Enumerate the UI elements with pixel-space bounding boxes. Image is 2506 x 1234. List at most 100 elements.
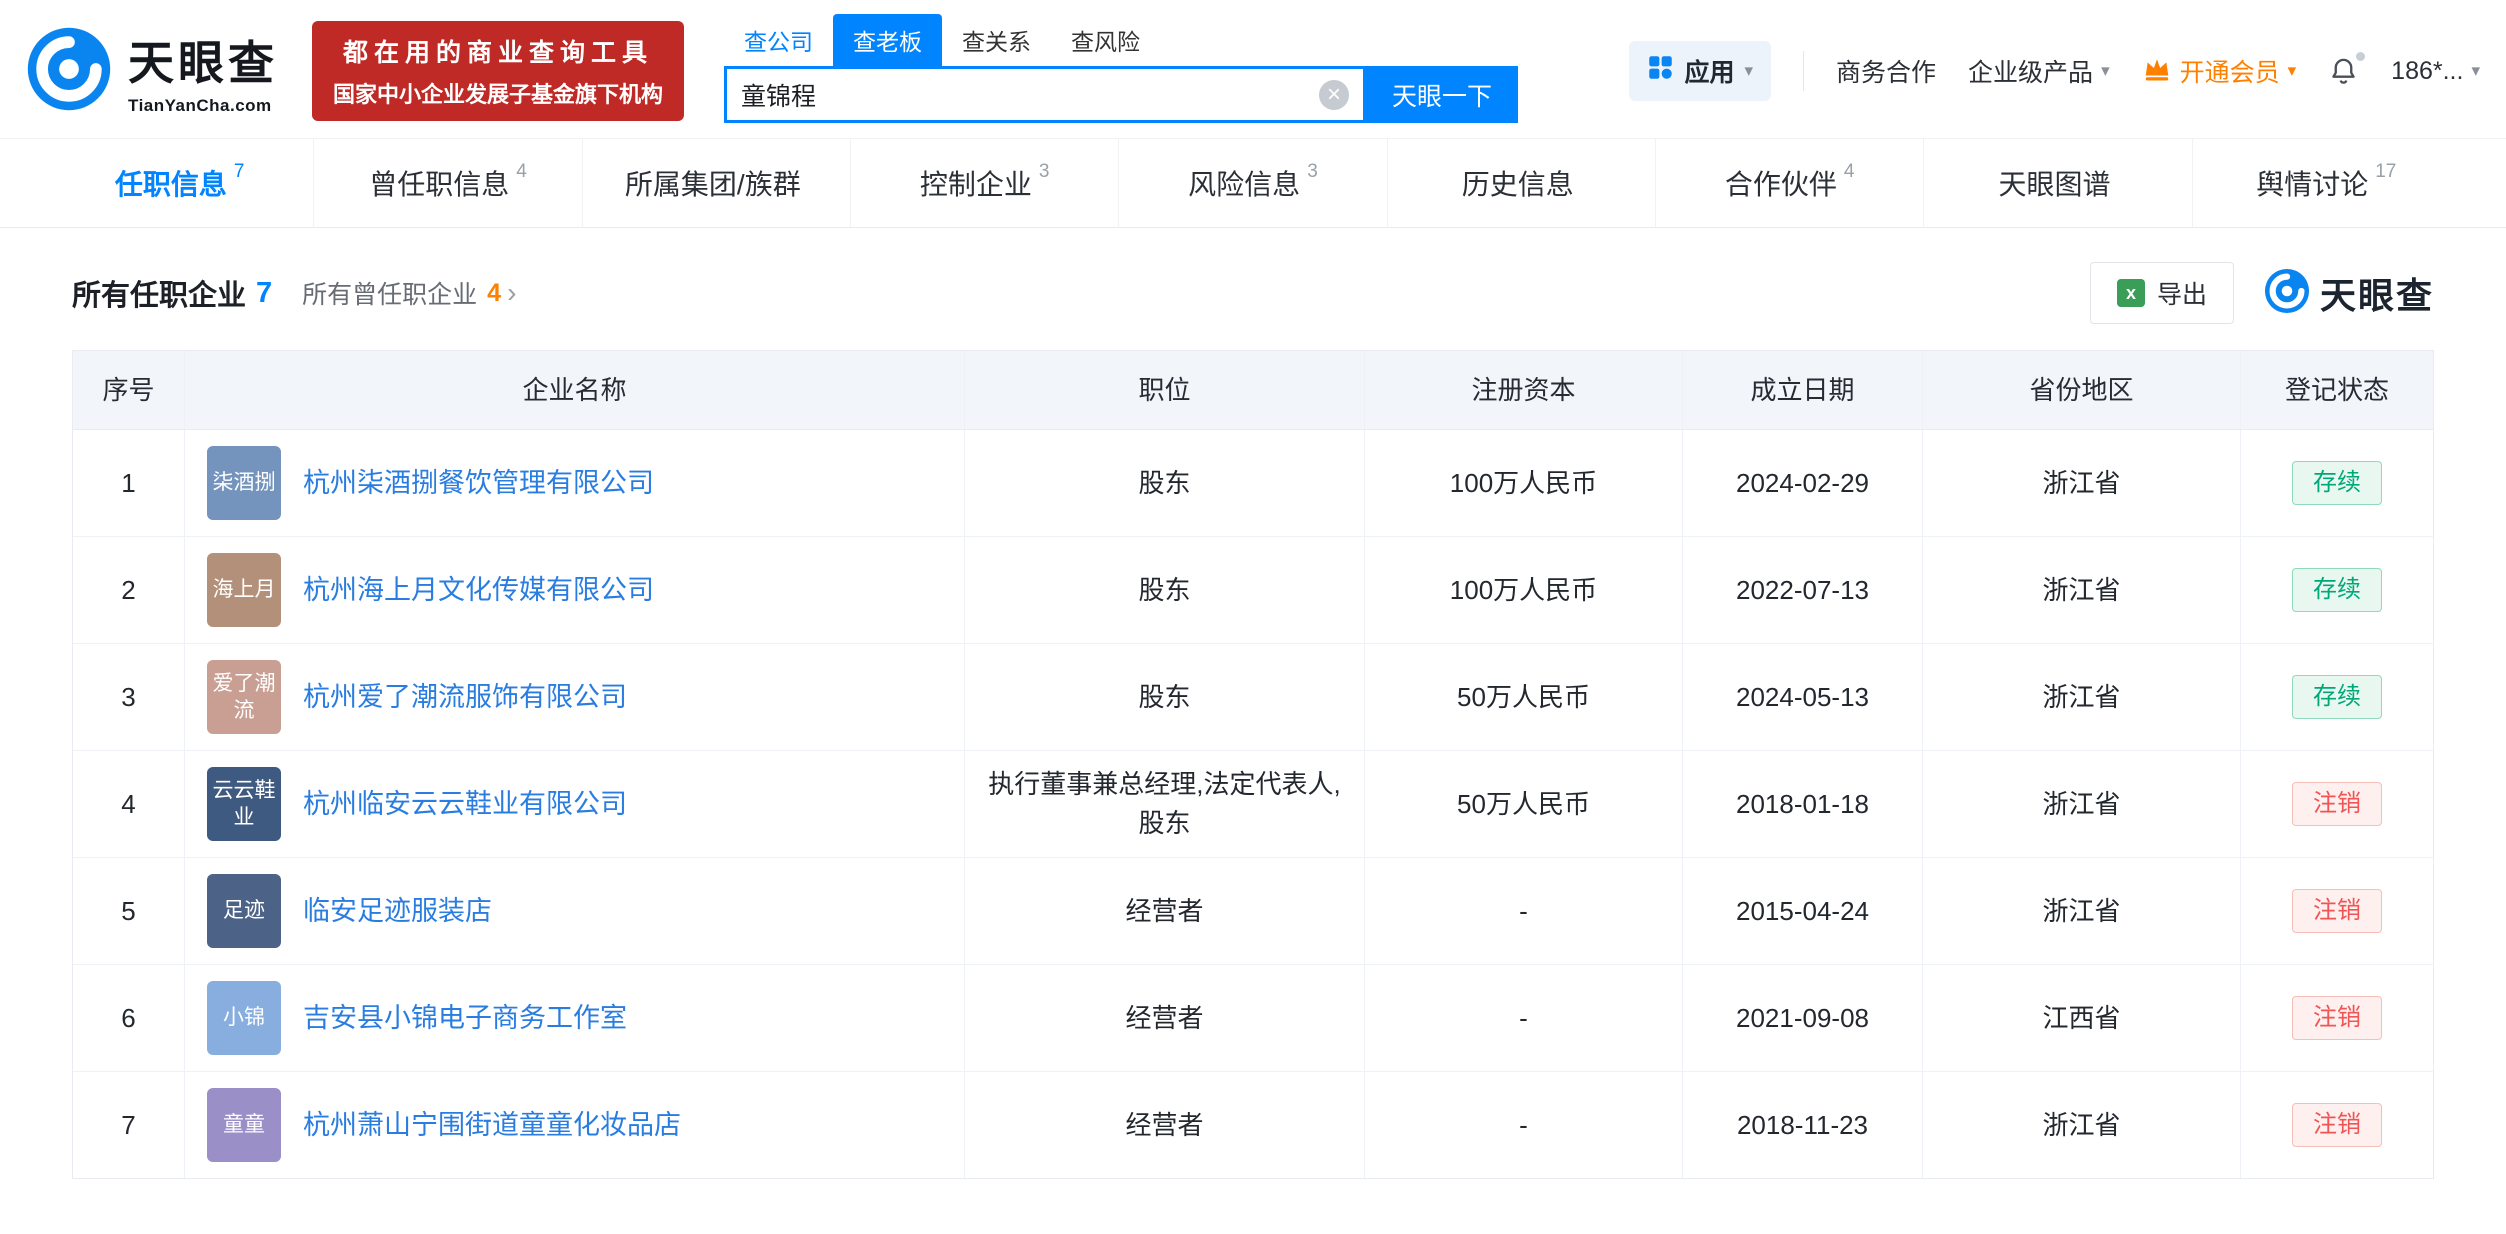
search-tabs: 查公司 查老板 查关系 查风险 — [724, 14, 1518, 66]
apps-button[interactable]: 应用 ▾ — [1629, 41, 1771, 101]
region-cell: 浙江省 — [1923, 858, 2241, 964]
search-area: 查公司 查老板 查关系 查风险 × 天眼一下 — [724, 14, 1518, 123]
col-header-no: 序号 — [73, 351, 185, 429]
tab-controlled-companies[interactable]: 控制企业3 — [851, 139, 1119, 227]
chevron-down-icon: ▾ — [1744, 61, 1753, 81]
tab-graph[interactable]: 天眼图谱 — [1924, 139, 2192, 227]
company-logo: 海上月 — [207, 553, 281, 627]
chevron-right-icon: › — [507, 277, 516, 309]
position-cell: 股东 — [965, 430, 1365, 536]
positions-table: 序号 企业名称 职位 注册资本 成立日期 省份地区 登记状态 1 柒酒捌 杭州柒… — [72, 350, 2434, 1179]
position-cell: 股东 — [965, 644, 1365, 750]
tianyancha-watermark-text: 天眼查 — [2320, 267, 2434, 319]
notification-bell-icon[interactable] — [2328, 56, 2359, 87]
header-menu: 应用 ▾ 商务合作 企业级产品 ▾ 开通会员 ▾ 186*... ▾ — [1629, 41, 2480, 101]
tab-public-opinion[interactable]: 舆情讨论17 — [2193, 139, 2460, 227]
table-row: 2 海上月 杭州海上月文化传媒有限公司 股东 100万人民币 2022-07-1… — [73, 537, 2433, 644]
capital-cell: - — [1365, 858, 1683, 964]
company-logo: 足迹 — [207, 874, 281, 948]
site-header: 天眼查 TianYanCha.com 都在用的商业查询工具 国家中小企业发展子基… — [0, 0, 2506, 138]
region-cell: 浙江省 — [1923, 1072, 2241, 1178]
promo-banner: 都在用的商业查询工具 国家中小企业发展子基金旗下机构 — [312, 21, 684, 121]
tab-history-info[interactable]: 历史信息 — [1388, 139, 1656, 227]
date-cell: 2021-09-08 — [1683, 965, 1923, 1071]
capital-cell: 100万人民币 — [1365, 537, 1683, 643]
status-badge: 注销 — [2292, 996, 2382, 1040]
company-link[interactable]: 临安足迹服装店 — [303, 891, 492, 932]
tab-former-positions[interactable]: 曾任职信息4 — [314, 139, 582, 227]
table-row: 5 足迹 临安足迹服装店 经营者 - 2015-04-24 浙江省 注销 — [73, 858, 2433, 965]
tab-partners[interactable]: 合作伙伴4 — [1656, 139, 1924, 227]
capital-cell: 50万人民币 — [1365, 644, 1683, 750]
enterprise-label: 企业级产品 — [1968, 53, 2093, 89]
company-link[interactable]: 吉安县小锦电子商务工作室 — [303, 998, 627, 1039]
col-header-date: 成立日期 — [1683, 351, 1923, 429]
capital-cell: - — [1365, 965, 1683, 1071]
section-title-count: 7 — [256, 277, 272, 310]
company-logo: 云云鞋业 — [207, 767, 281, 841]
company-link[interactable]: 杭州萧山宁围街道童童化妆品店 — [303, 1105, 681, 1146]
date-cell: 2015-04-24 — [1683, 858, 1923, 964]
company-link[interactable]: 杭州柒酒捌餐饮管理有限公司 — [303, 463, 654, 504]
company-logo: 柒酒捌 — [207, 446, 281, 520]
position-cell: 股东 — [965, 537, 1365, 643]
region-cell: 浙江省 — [1923, 751, 2241, 857]
menu-enterprise-products[interactable]: 企业级产品 ▾ — [1968, 53, 2110, 89]
status-badge: 注销 — [2292, 889, 2382, 933]
chevron-down-icon: ▾ — [2471, 61, 2480, 81]
region-cell: 浙江省 — [1923, 430, 2241, 536]
logo-title: 天眼查 — [128, 27, 278, 93]
date-cell: 2018-01-18 — [1683, 751, 1923, 857]
notification-dot — [2356, 52, 2365, 61]
chevron-down-icon: ▾ — [2288, 61, 2297, 81]
former-companies-label: 所有曾任职企业 — [302, 275, 477, 311]
search-tab-risk[interactable]: 查风险 — [1051, 14, 1160, 66]
search-input-field[interactable] — [741, 80, 1319, 109]
company-link[interactable]: 杭州爱了潮流服饰有限公司 — [303, 677, 627, 718]
search-tab-boss[interactable]: 查老板 — [833, 14, 942, 66]
col-header-company: 企业名称 — [185, 351, 965, 429]
account-label: 186*... — [2391, 57, 2463, 86]
company-link[interactable]: 杭州临安云云鞋业有限公司 — [303, 784, 627, 825]
promo-banner-line2: 国家中小企业发展子基金旗下机构 — [328, 77, 668, 109]
tianyancha-logo[interactable]: 天眼查 TianYanCha.com — [26, 26, 278, 117]
status-badge: 注销 — [2292, 1103, 2382, 1147]
row-index: 1 — [73, 430, 185, 536]
position-cell: 经营者 — [965, 965, 1365, 1071]
table-header-row: 序号 企业名称 职位 注册资本 成立日期 省份地区 登记状态 — [73, 351, 2433, 430]
search-tab-company[interactable]: 查公司 — [724, 14, 833, 66]
position-cell: 经营者 — [965, 1072, 1365, 1178]
apps-grid-icon — [1647, 54, 1674, 88]
menu-business-cooperation[interactable]: 商务合作 — [1836, 53, 1936, 89]
tab-current-positions[interactable]: 任职信息7 — [46, 139, 314, 227]
tab-risk-info[interactable]: 风险信息3 — [1119, 139, 1387, 227]
row-index: 6 — [73, 965, 185, 1071]
search-button[interactable]: 天眼一下 — [1366, 66, 1518, 123]
header-divider — [1803, 51, 1804, 91]
clear-icon[interactable]: × — [1319, 80, 1349, 110]
capital-cell: 100万人民币 — [1365, 430, 1683, 536]
date-cell: 2024-05-13 — [1683, 644, 1923, 750]
status-badge: 存续 — [2292, 461, 2382, 505]
col-header-region: 省份地区 — [1923, 351, 2241, 429]
status-badge: 存续 — [2292, 568, 2382, 612]
former-companies-link[interactable]: 所有曾任职企业 4 › — [302, 275, 516, 311]
table-row: 4 云云鞋业 杭州临安云云鞋业有限公司 执行董事兼总经理,法定代表人,股东 50… — [73, 751, 2433, 858]
company-link[interactable]: 杭州海上月文化传媒有限公司 — [303, 570, 654, 611]
export-button[interactable]: x 导出 — [2090, 262, 2234, 324]
col-header-status: 登记状态 — [2241, 351, 2433, 429]
tab-group-cluster[interactable]: 所属集团/族群 — [583, 139, 851, 227]
vip-label: 开通会员 — [2180, 53, 2280, 89]
region-cell: 浙江省 — [1923, 537, 2241, 643]
former-companies-count: 4 — [487, 279, 501, 308]
promo-banner-line1: 都在用的商业查询工具 — [328, 33, 668, 69]
tianyancha-logo-icon — [26, 26, 112, 117]
position-cell: 经营者 — [965, 858, 1365, 964]
search-input[interactable]: × — [724, 66, 1366, 123]
date-cell: 2024-02-29 — [1683, 430, 1923, 536]
anchor-tabs: 任职信息7 曾任职信息4 所属集团/族群 控制企业3 风险信息3 历史信息 合作… — [0, 138, 2506, 228]
menu-vip[interactable]: 开通会员 ▾ — [2142, 53, 2297, 90]
search-tab-relation[interactable]: 查关系 — [942, 14, 1051, 66]
region-cell: 江西省 — [1923, 965, 2241, 1071]
account-menu[interactable]: 186*... ▾ — [2391, 57, 2480, 86]
